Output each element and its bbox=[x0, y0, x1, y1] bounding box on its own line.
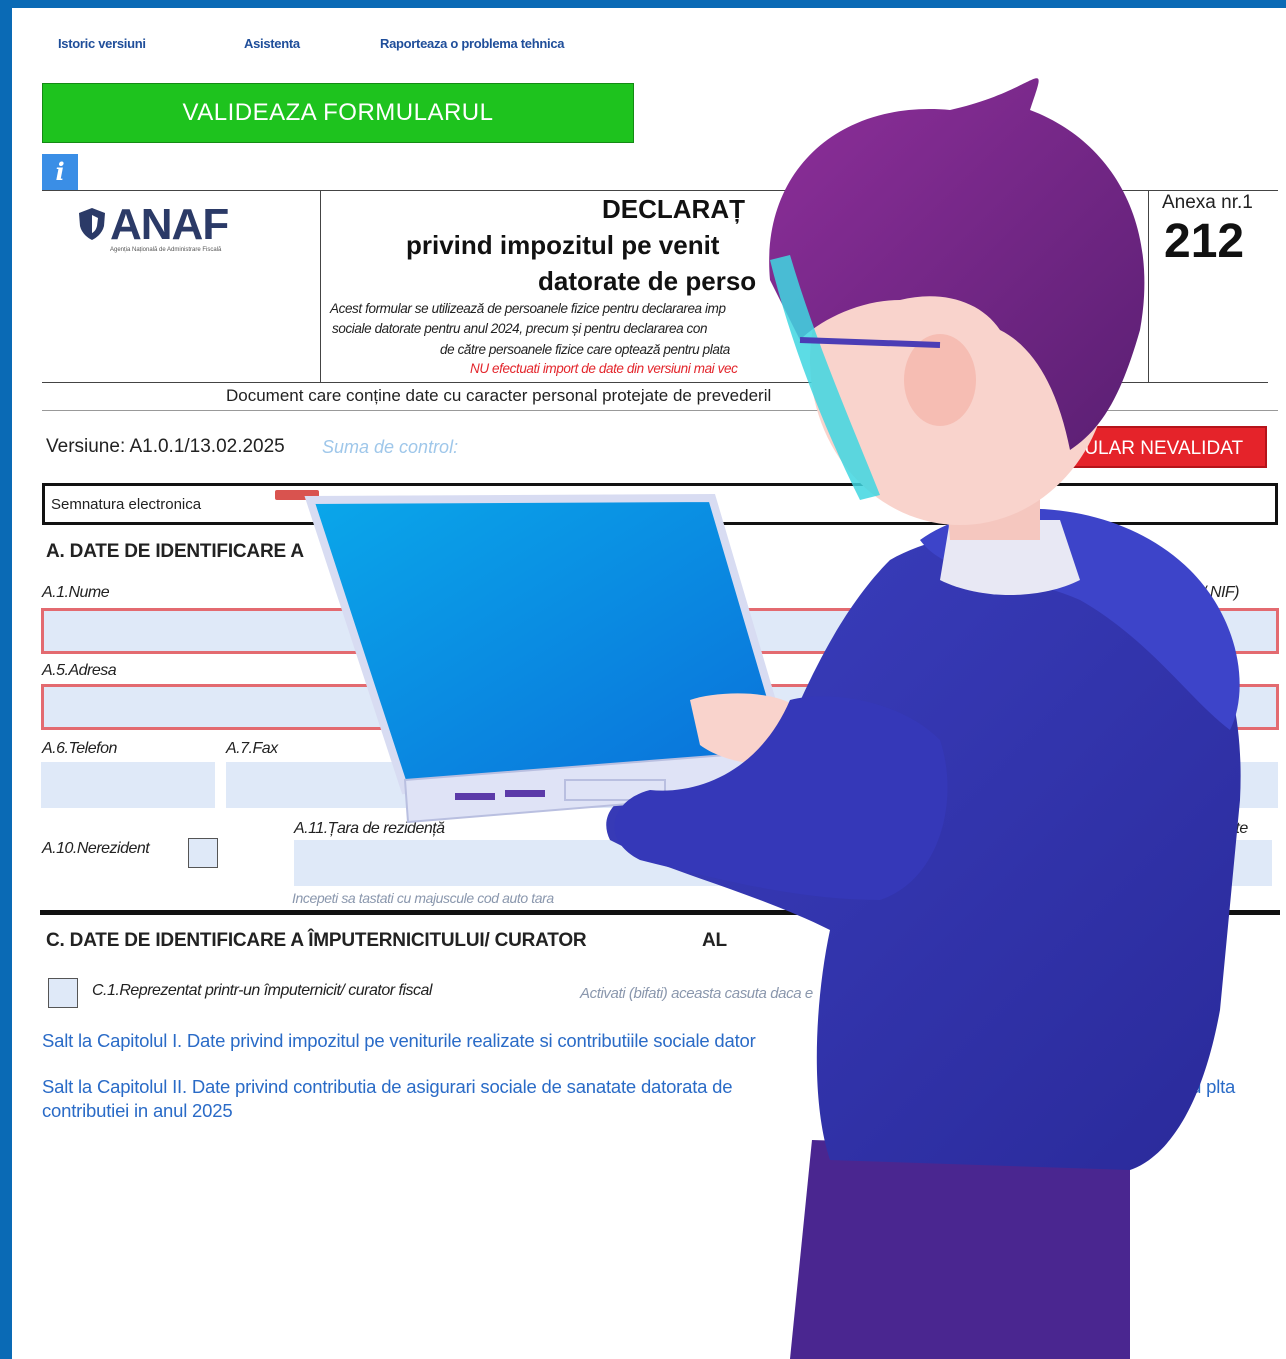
nonresident-checkbox[interactable] bbox=[188, 838, 218, 868]
form-title-line2: privind impozitul pe venit bbox=[406, 230, 720, 260]
fax-input[interactable] bbox=[226, 762, 1278, 808]
address-label: A.5.Adresa bbox=[42, 662, 117, 679]
header-bottom-border bbox=[42, 382, 1268, 383]
name-label: A.1.Nume bbox=[42, 584, 110, 601]
residence-country-hint: Incepeti sa tastati cu majuscule cod aut… bbox=[292, 890, 554, 906]
section-divider bbox=[40, 910, 1280, 915]
form-description-line2-end: rată bbox=[1110, 321, 1132, 336]
form-title-line1: DECLARAȚ bbox=[602, 194, 745, 224]
form-description-line2: sociale datorate pentru anul 2024, precu… bbox=[332, 321, 708, 336]
proxy-checkbox[interactable] bbox=[48, 978, 78, 1008]
header-divider-right bbox=[1148, 190, 1149, 382]
nonresident-label: A.10.Nerezident bbox=[42, 840, 150, 857]
form-status-badge: ORMULAR NEVALIDAT bbox=[1012, 426, 1267, 468]
anexa-label: Anexa nr.1 bbox=[1162, 192, 1253, 213]
section-c-title-end: AL bbox=[702, 930, 727, 951]
address-input[interactable] bbox=[41, 684, 1279, 730]
jump-chapter-2-link[interactable]: Salt la Capitolul II. Date privind contr… bbox=[42, 1076, 733, 1098]
header-divider-left bbox=[320, 190, 321, 382]
jump-chapter-2-link-end[interactable]: entru plta bbox=[1160, 1076, 1235, 1098]
name-input[interactable] bbox=[41, 608, 1279, 654]
proxy-checkbox-label: C.1.Reprezentat printr-un împuternicit/ … bbox=[92, 982, 432, 999]
anaf-logo-subtext: Agenția Națională de Administrare Fiscal… bbox=[110, 247, 222, 253]
jump-chapter-2-link-line2[interactable]: contributiei in anul 2025 bbox=[42, 1100, 233, 1122]
residence-country-hint-end: oarea dorit bbox=[818, 890, 881, 906]
form-description-line1: Acest formular se utilizează de persoane… bbox=[330, 301, 726, 316]
signature-label: Semnatura electronica bbox=[51, 496, 202, 513]
section-a-title: A. DATE DE IDENTIFICARE A bbox=[46, 541, 304, 562]
electronic-signature-field[interactable]: Semnatura electronica bbox=[42, 483, 1278, 525]
fax-label: A.7.Fax bbox=[226, 740, 278, 757]
version-label: Versiune: A1.0.1/13.02.2025 bbox=[46, 436, 285, 457]
shield-icon bbox=[79, 208, 105, 240]
personal-data-note: Document care conține date cu caracter p… bbox=[226, 386, 772, 405]
signature-flag-icon bbox=[275, 490, 319, 500]
version-history-link[interactable]: Istoric versiuni bbox=[58, 36, 146, 51]
report-problem-link[interactable]: Raporteaza o problema tehnica bbox=[380, 36, 564, 51]
form-description-line3: de către persoanele fizice care optează … bbox=[440, 342, 730, 357]
note-divider bbox=[42, 410, 1278, 411]
help-link[interactable]: Asistenta bbox=[244, 36, 300, 51]
residence-country-label: A.11.Țara de rezidență bbox=[294, 820, 445, 837]
form-title-line3: datorate de perso bbox=[538, 266, 757, 296]
proxy-checkbox-hint: Activati (bifati) aceasta casuta daca e bbox=[580, 985, 813, 1002]
form-description-line1-end: ilor bbox=[1118, 301, 1135, 316]
header-top-border bbox=[42, 190, 1278, 191]
phone-input[interactable] bbox=[41, 762, 215, 808]
phone-label: A.6.Telefon bbox=[42, 740, 117, 757]
info-icon[interactable]: i bbox=[42, 154, 78, 190]
import-warning: NU efectuati import de date din versiuni… bbox=[470, 361, 738, 376]
jump-chapter-1-link[interactable]: Salt la Capitolul I. Date privind impozi… bbox=[42, 1030, 756, 1052]
nif-label: / NIF) bbox=[1202, 584, 1240, 601]
residence-country-input[interactable] bbox=[294, 840, 1272, 886]
section-c-title: C. DATE DE IDENTIFICARE A ÎMPUTERNICITUL… bbox=[46, 930, 587, 951]
form-page: Istoric versiuni Asistenta Raporteaza o … bbox=[12, 8, 1286, 1359]
abroad-label: răinătate bbox=[1190, 820, 1248, 837]
personal-data-note-end: 79 bbox=[1062, 386, 1081, 405]
validate-form-button[interactable]: VALIDEAZA FORMULARUL bbox=[42, 83, 634, 143]
anaf-logo: ANAF Agenția Națională de Administrare F… bbox=[78, 203, 268, 263]
checksum-label: Suma de control: bbox=[322, 437, 459, 457]
anaf-logo-text: ANAF bbox=[110, 200, 229, 249]
form-number: 212 bbox=[1164, 215, 1245, 268]
